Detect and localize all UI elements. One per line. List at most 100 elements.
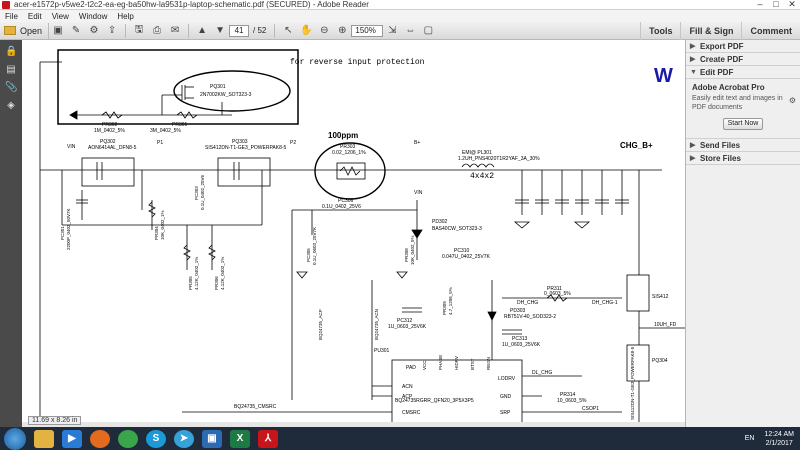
maximize-button[interactable]: □: [768, 0, 784, 10]
bq-acp-net: BQ24735_ACP: [318, 309, 323, 340]
firefox-icon[interactable]: [90, 429, 110, 448]
window-title: acer-e1572p-v5we2-t2c2-ea-eg-ba50hw-la95…: [14, 0, 369, 9]
page-total: / 52: [253, 26, 267, 35]
share-icon[interactable]: ⇪: [105, 24, 119, 38]
menu-view[interactable]: View: [47, 12, 74, 21]
tab-comment[interactable]: Comment: [741, 22, 800, 40]
create-pdf-section[interactable]: ▶ Create PDF: [686, 53, 800, 66]
pr304-value: 10K_0402_1%: [160, 210, 165, 240]
pc305-value: 0.1U_0603_25V7K: [312, 227, 317, 265]
comment-icon[interactable]: ▢: [421, 24, 435, 38]
clock[interactable]: 12:24 AM 2/1/2017: [764, 430, 794, 448]
pq304-ref: PQ304: [652, 358, 668, 364]
document-view[interactable]: for reverse input protection 100ppm W CH…: [22, 40, 685, 427]
menu-help[interactable]: Help: [112, 12, 138, 21]
email-icon[interactable]: ✉: [168, 24, 182, 38]
start-now-button[interactable]: Start Now: [723, 118, 763, 130]
media-icon[interactable]: ▶: [62, 429, 82, 448]
start-button[interactable]: [4, 427, 26, 450]
store-files-section[interactable]: ▶ Store Files: [686, 152, 800, 165]
schematic-page: for reverse input protection 100ppm W CH…: [39, 49, 685, 427]
inductor-label: 10UH_FD: [654, 322, 677, 328]
open-label: Open: [20, 25, 43, 36]
zoom-out-icon[interactable]: ⊖: [317, 24, 331, 38]
minimize-button[interactable]: –: [752, 0, 768, 10]
pc310-value: 0.047U_0402_25V7K: [442, 254, 490, 260]
edit-pdf-body: Adobe Acrobat Pro Easily edit text and i…: [686, 79, 800, 139]
tab-tools[interactable]: Tools: [640, 22, 680, 40]
vin-label-1: VIN: [67, 144, 76, 150]
send-files-label: Send Files: [700, 140, 741, 150]
tools-pane: ▶ Export PDF ▶ Create PDF ▼ Edit PDF Ado…: [685, 40, 800, 427]
chg-net-label: CHG_B+: [620, 141, 653, 150]
attachment-icon[interactable]: 📎: [5, 82, 17, 94]
edit-pdf-label: Edit PDF: [700, 67, 734, 77]
zoom-level-select[interactable]: 150%: [351, 24, 384, 37]
pc303-ref: PC303: [194, 186, 199, 200]
telegram-icon[interactable]: ➤: [174, 429, 194, 448]
pr314-value: 10_0603_5%: [557, 398, 587, 404]
toolbar-divider: [125, 23, 127, 38]
pr306-ref: PR306: [214, 276, 219, 290]
next-page-icon[interactable]: ▼: [213, 24, 227, 38]
previous-page-icon[interactable]: ▲: [195, 24, 209, 38]
pc301-ref: PC301: [60, 226, 65, 240]
pin-btst: BTST: [470, 358, 475, 370]
pin-hidrv: HIDRV: [454, 356, 459, 370]
layers-icon[interactable]: ◈: [5, 100, 17, 112]
toolbar: Open ▣ ✎ ⚙ ⇪ 🖫 ⎙ ✉ ▲ ▼ 41 / 52 ↖ ✋ ⊖ ⊕ 1…: [0, 22, 800, 40]
pc303-value: 0.1U_0402_25V6: [200, 174, 205, 210]
pr304-ref: PR304: [154, 226, 159, 240]
chrome-icon[interactable]: [118, 429, 138, 448]
menu-edit[interactable]: Edit: [23, 12, 47, 21]
p2-label: P2: [290, 140, 296, 146]
expand-arrow-icon: ▶: [690, 56, 696, 63]
zoom-in-icon[interactable]: ⊕: [335, 24, 349, 38]
language-indicator[interactable]: EN: [745, 435, 755, 442]
remote-icon[interactable]: ▣: [202, 429, 222, 448]
tab-fill-sign[interactable]: Fill & Sign: [680, 22, 741, 40]
pr303-value: 0.02_1206_1%: [332, 150, 366, 156]
pc306-value: 0.1U_0402_25V6: [322, 204, 361, 210]
print-icon[interactable]: ⎙: [150, 24, 164, 38]
skype-icon[interactable]: S: [146, 429, 166, 448]
settings-icon[interactable]: ⚙: [87, 24, 101, 38]
acrobat-icon[interactable]: ⅄: [258, 429, 278, 448]
pages-icon[interactable]: ▤: [5, 64, 17, 76]
edit-icon[interactable]: ✎: [69, 24, 83, 38]
folder-icon: [4, 26, 16, 35]
pl301-value: 1.2UH_PNS4020T1R2YAF_3A_30%: [458, 156, 540, 162]
menu-file[interactable]: File: [0, 12, 23, 21]
edit-pdf-section[interactable]: ▼ Edit PDF: [686, 66, 800, 79]
close-button[interactable]: ✕: [784, 0, 800, 10]
hand-tool-icon[interactable]: ✋: [299, 24, 313, 38]
pr309-value: 4.7_1206_5%: [448, 287, 453, 315]
settings-icon[interactable]: ⚙: [789, 96, 796, 105]
acrobat-pro-title: Adobe Acrobat Pro: [692, 83, 765, 92]
page-number-input[interactable]: 41: [229, 24, 250, 37]
menu-window[interactable]: Window: [74, 12, 112, 21]
toolbar-divider: [274, 23, 276, 38]
menu-bar: File Edit View Window Help: [0, 10, 800, 22]
lock-icon[interactable]: 🔒: [5, 46, 17, 58]
fit-width-icon[interactable]: ⇔: [403, 24, 417, 38]
expand-arrow-icon: ▶: [690, 142, 696, 149]
export-pdf-section[interactable]: ▶ Export PDF: [686, 40, 800, 53]
corner-logo: W: [654, 65, 673, 87]
pu301-ref: PU301: [374, 348, 390, 354]
adobe-reader-window: acer-e1572p-v5we2-t2c2-ea-eg-ba50hw-la95…: [0, 0, 800, 450]
open-button[interactable]: Open: [4, 22, 50, 39]
send-files-section[interactable]: ▶ Send Files: [686, 139, 800, 152]
create-pdf-icon[interactable]: ▣: [51, 24, 65, 38]
acrobat-pro-description: Easily edit text and images in PDF docum…: [692, 95, 783, 111]
select-cursor-icon[interactable]: ↖: [281, 24, 295, 38]
save-icon[interactable]: 🖫: [132, 24, 146, 38]
pin-gnd: GND: [500, 394, 512, 400]
excel-icon[interactable]: X: [230, 429, 250, 448]
expand-arrow-icon: ▶: [690, 155, 696, 162]
protection-note: for reverse input protection: [290, 58, 425, 67]
pq304-part: SIS412DN-T1-GE3_POWERPAK8-5: [630, 346, 635, 420]
fit-page-icon[interactable]: ⇲: [385, 24, 399, 38]
file-explorer-icon[interactable]: [34, 429, 54, 448]
pc301-value: 2200P_0402_50V7K: [66, 208, 71, 250]
